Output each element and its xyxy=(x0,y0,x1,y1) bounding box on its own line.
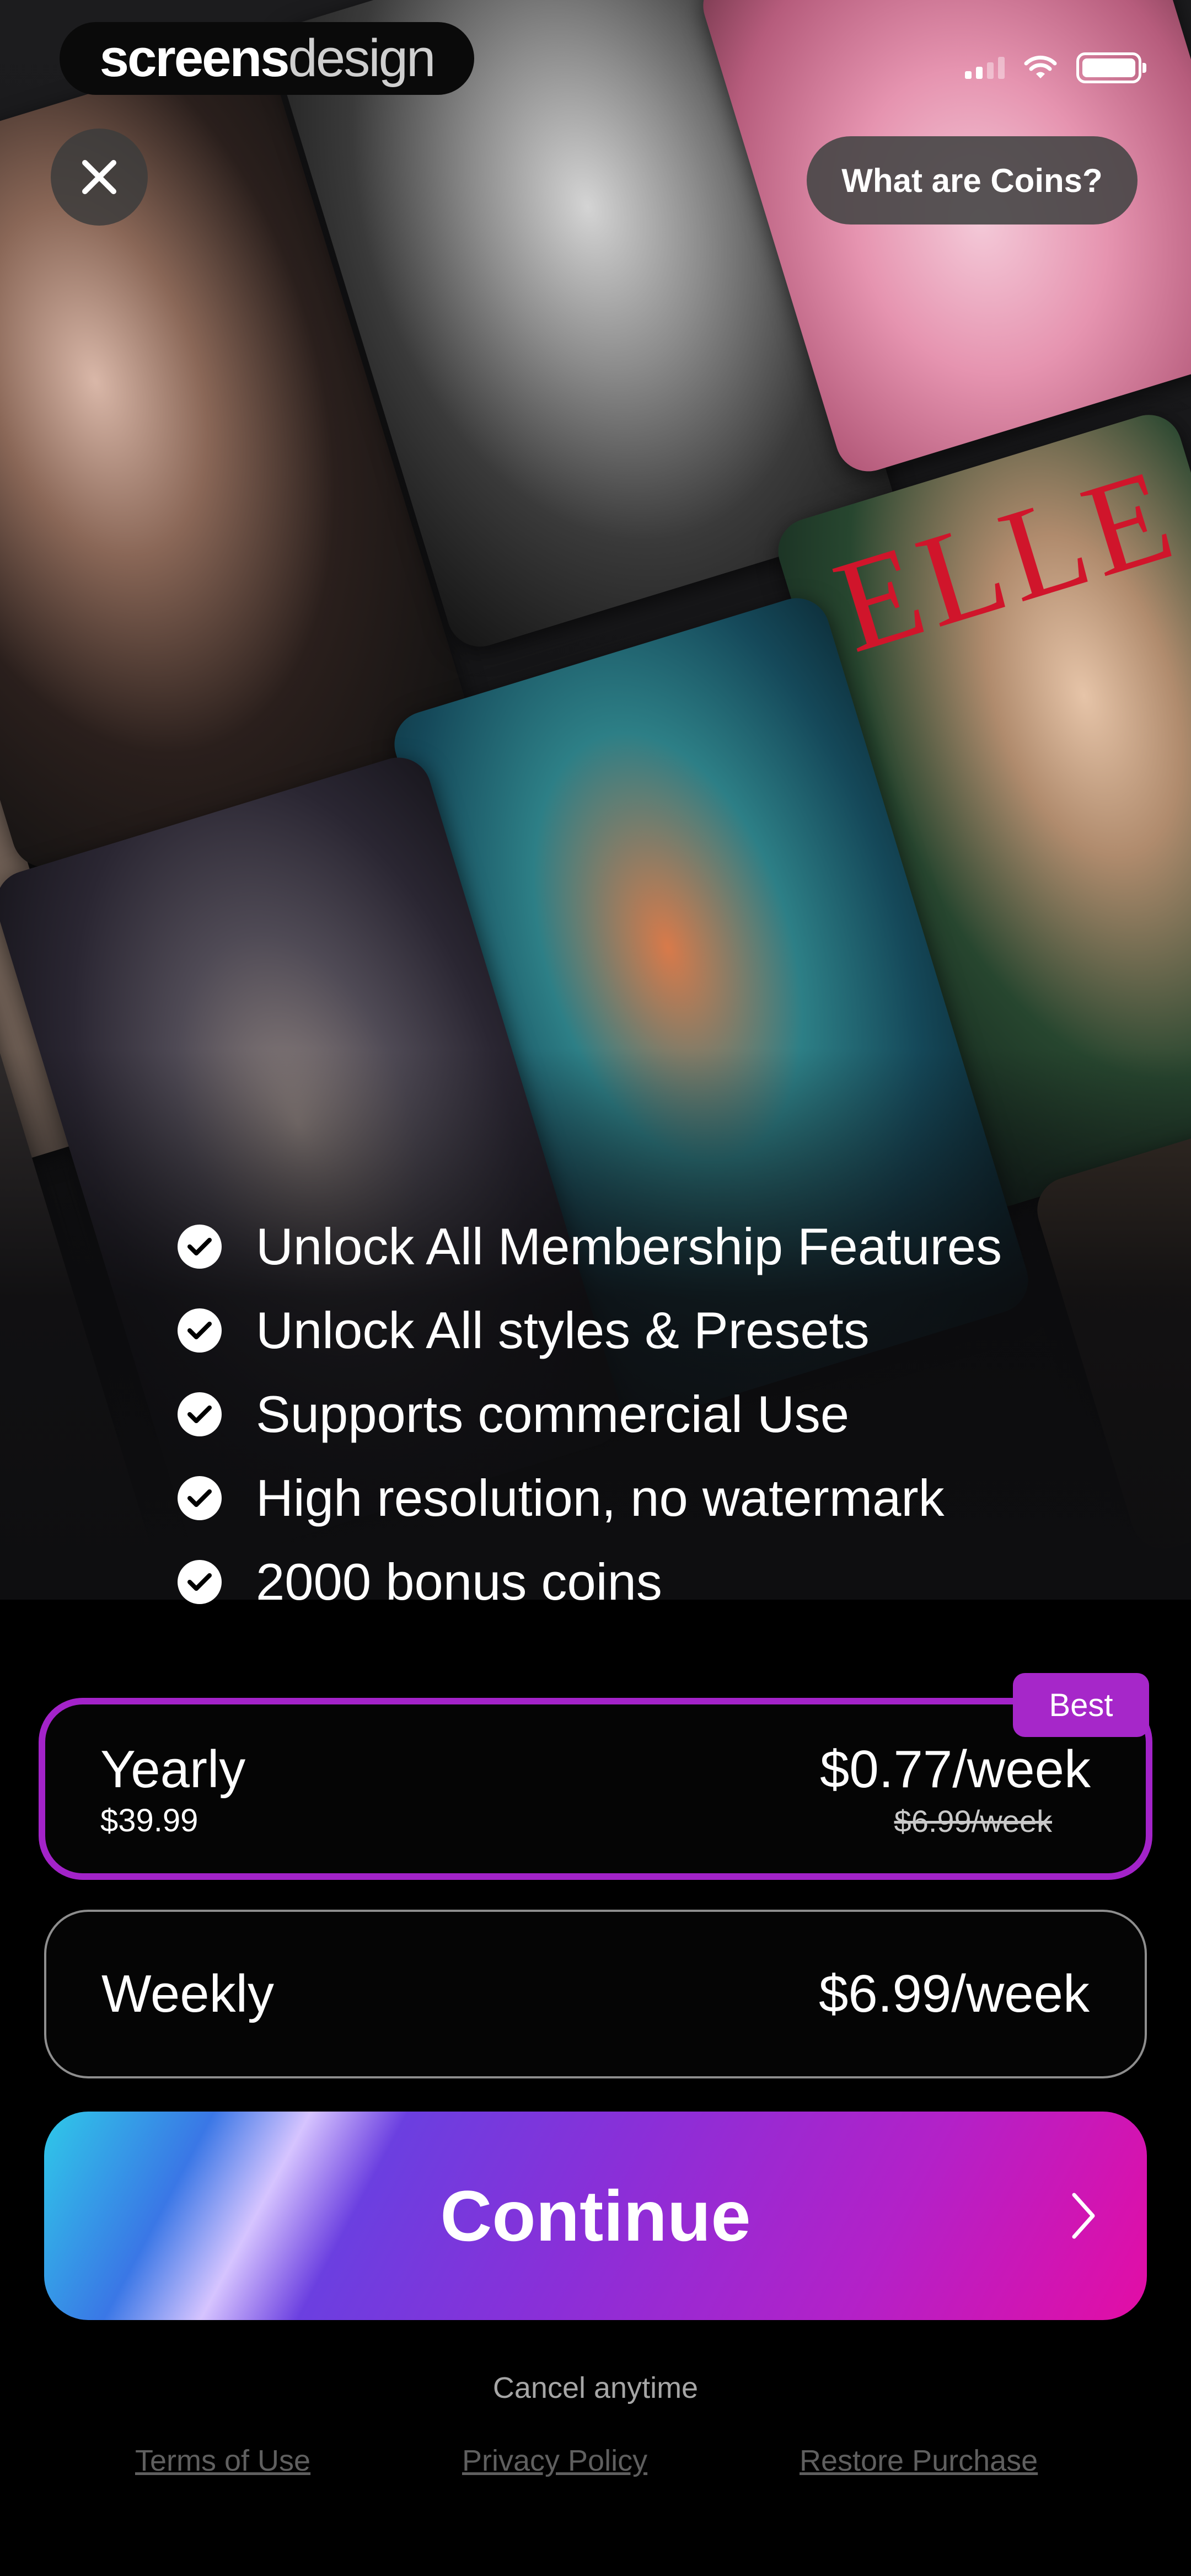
plan-name: Weekly xyxy=(101,1964,274,2023)
feature-item: Supports commercial Use xyxy=(178,1372,1002,1456)
feature-list: Unlock All Membership Features Unlock Al… xyxy=(178,1205,1002,1624)
feature-item: Unlock All Membership Features xyxy=(178,1205,1002,1289)
brand-logo: screens design xyxy=(60,22,474,95)
feature-label: Unlock All Membership Features xyxy=(256,1217,1002,1275)
terms-of-use-link[interactable]: Terms of Use xyxy=(135,2444,310,2478)
battery-icon xyxy=(1076,52,1146,83)
check-circle-icon xyxy=(178,1308,222,1353)
best-badge: Best xyxy=(1013,1673,1149,1737)
feature-item: Unlock All styles & Presets xyxy=(178,1289,1002,1372)
plan-option-yearly[interactable]: Yearly $39.99 $0.77/week $6.99/week xyxy=(39,1698,1152,1880)
feature-item: 2000 bonus coins xyxy=(178,1540,1002,1624)
restore-purchase-link[interactable]: Restore Purchase xyxy=(800,2444,1038,2478)
plan-left: Yearly $39.99 xyxy=(100,1739,245,1839)
check-circle-icon xyxy=(178,1392,222,1436)
feature-label: Unlock All styles & Presets xyxy=(256,1301,870,1359)
what-are-coins-button[interactable]: What are Coins? xyxy=(807,136,1138,225)
cellular-signal-icon xyxy=(965,57,1005,79)
logo-light-text: design xyxy=(288,29,436,88)
plan-weekly-price: $0.77/week xyxy=(819,1739,1091,1799)
plan-option-weekly[interactable]: Weekly $6.99/week xyxy=(44,1910,1147,2078)
continue-label: Continue xyxy=(440,2176,751,2256)
feature-label: 2000 bonus coins xyxy=(256,1553,662,1611)
plan-weekly-price: $6.99/week xyxy=(818,1964,1090,2023)
plan-right: $0.77/week $6.99/week xyxy=(820,1739,1091,1839)
close-icon xyxy=(82,160,116,194)
close-button[interactable] xyxy=(51,129,148,226)
logo-bold-text: screens xyxy=(99,29,290,88)
check-circle-icon xyxy=(178,1476,222,1520)
check-circle-icon xyxy=(178,1225,222,1269)
plan-total-price: $39.99 xyxy=(100,1802,198,1839)
chevron-right-icon xyxy=(1072,2193,1095,2239)
status-bar xyxy=(965,52,1146,83)
plan-original-price: $6.99/week xyxy=(894,1803,1052,1839)
feature-item: High resolution, no watermark xyxy=(178,1456,1002,1540)
privacy-policy-link[interactable]: Privacy Policy xyxy=(462,2444,647,2478)
feature-label: Supports commercial Use xyxy=(256,1385,850,1443)
check-circle-icon xyxy=(178,1560,222,1604)
feature-label: High resolution, no watermark xyxy=(256,1469,945,1527)
plan-name: Yearly xyxy=(100,1739,246,1799)
wifi-icon xyxy=(1024,55,1057,78)
cancel-anytime-text: Cancel anytime xyxy=(492,2371,699,2404)
continue-button[interactable]: Continue xyxy=(44,2112,1147,2320)
